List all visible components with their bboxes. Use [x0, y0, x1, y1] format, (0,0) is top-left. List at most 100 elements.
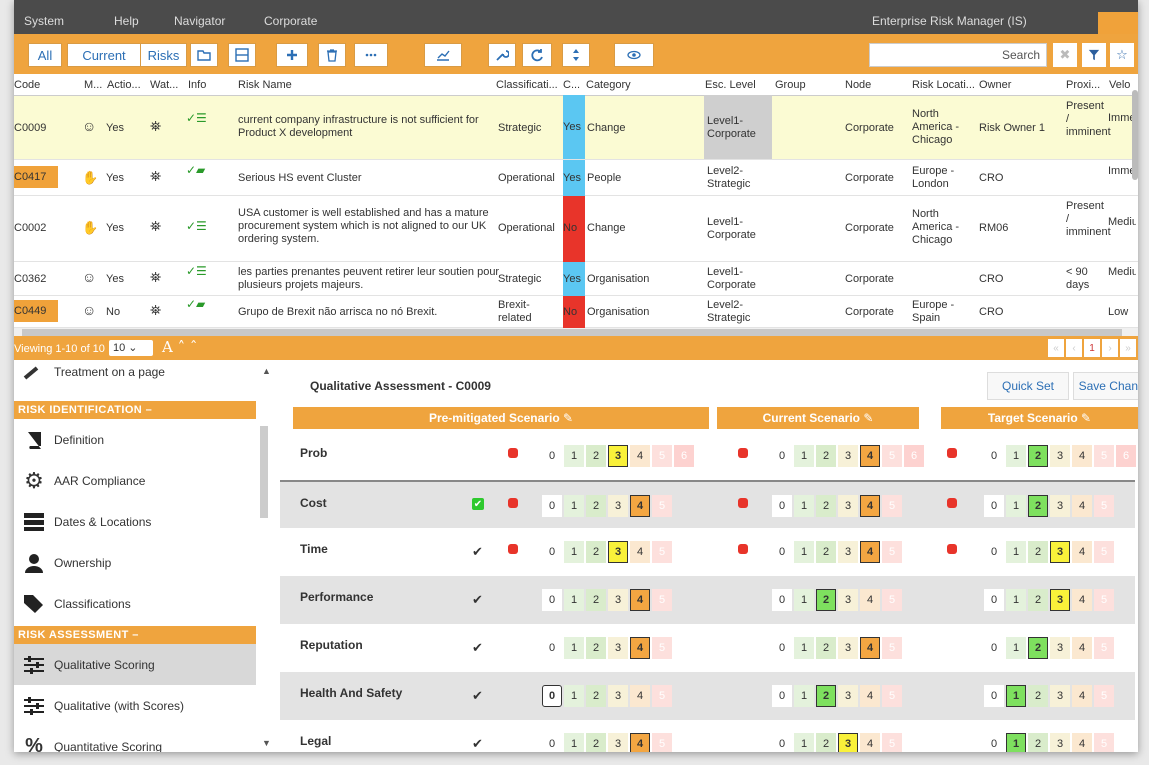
score-option-5[interactable]: 5 [882, 637, 902, 659]
sort-button[interactable] [562, 43, 590, 67]
score-option-0[interactable]: 0 [772, 733, 792, 752]
score-option-3[interactable]: 3 [1050, 685, 1070, 707]
score-option-5[interactable]: 5 [1094, 495, 1114, 517]
save-changes-button[interactable]: Save Changes [1073, 372, 1138, 400]
score-option-6[interactable]: 6 [1116, 445, 1136, 467]
filter-risks-button[interactable]: Risks [140, 43, 187, 67]
row-risk-name[interactable]: Grupo de Brexit não arrisca no nó Brexit… [238, 306, 500, 319]
score-option-2[interactable]: 2 [816, 495, 836, 517]
sidebar-item-quantitative-scoring[interactable]: % Quantitative Scoring [14, 726, 256, 752]
table-row[interactable]: C0362 ☺ Yes ⛯ ✓☰ les parties prenantes p… [14, 262, 1138, 296]
score-option-2[interactable]: 2 [816, 445, 836, 467]
row-risk-name[interactable]: USA customer is well established and has… [238, 207, 500, 246]
score-option-5[interactable]: 5 [652, 445, 672, 467]
score-option-3[interactable]: 3 [838, 541, 858, 563]
score-option-3[interactable]: 3 [838, 589, 858, 611]
score-option-4[interactable]: 4 [630, 637, 650, 659]
col-info[interactable]: Info [188, 79, 206, 91]
score-option-2[interactable]: 2 [1028, 445, 1048, 467]
score-option-0[interactable]: 0 [542, 589, 562, 611]
edit-note-icon[interactable] [508, 498, 518, 508]
score-option-4[interactable]: 4 [630, 495, 650, 517]
filter-current-button[interactable]: Current [67, 43, 141, 67]
edit-note-icon[interactable] [738, 448, 748, 458]
table-row[interactable]: C0417 ✋ Yes ⛯ ✓▰ Serious HS event Cluste… [14, 160, 1138, 196]
score-option-5[interactable]: 5 [652, 685, 672, 707]
target-header[interactable]: Target Scenario ✎ [941, 407, 1138, 429]
score-option-3[interactable]: 3 [838, 733, 858, 752]
score-option-0[interactable]: 0 [772, 541, 792, 563]
score-option-2[interactable]: 2 [1028, 733, 1048, 752]
score-option-5[interactable]: 5 [882, 495, 902, 517]
col-group[interactable]: Group [775, 79, 806, 91]
score-option-0[interactable]: 0 [772, 637, 792, 659]
score-option-1[interactable]: 1 [1006, 541, 1026, 563]
check-icon[interactable]: ✔ [472, 640, 483, 656]
score-option-6[interactable]: 6 [904, 445, 924, 467]
delete-button[interactable] [318, 43, 346, 67]
sidebar-scrollbar[interactable] [260, 426, 268, 518]
score-option-2[interactable]: 2 [586, 733, 606, 752]
row-code[interactable]: C0417 [14, 166, 58, 188]
edit-note-icon[interactable] [738, 544, 748, 554]
score-option-5[interactable]: 5 [1094, 445, 1114, 467]
more-button[interactable] [354, 43, 388, 67]
score-option-4[interactable]: 4 [860, 495, 880, 517]
score-option-2[interactable]: 2 [1028, 685, 1048, 707]
score-option-5[interactable]: 5 [1094, 733, 1114, 752]
favorite-star-icon[interactable]: ☆ [1110, 43, 1134, 67]
grid-vertical-scrollbar[interactable] [1132, 90, 1138, 180]
score-option-1[interactable]: 1 [564, 495, 584, 517]
score-option-4[interactable]: 4 [860, 541, 880, 563]
score-option-1[interactable]: 1 [564, 541, 584, 563]
score-option-3[interactable]: 3 [838, 445, 858, 467]
score-option-2[interactable]: 2 [586, 495, 606, 517]
search-input[interactable]: Search [869, 43, 1047, 67]
score-option-2[interactable]: 2 [816, 541, 836, 563]
section-risk-identification[interactable]: Risk Identification – [14, 401, 256, 419]
score-option-1[interactable]: 1 [794, 733, 814, 752]
score-option-0[interactable]: 0 [542, 495, 562, 517]
score-option-5[interactable]: 5 [1094, 589, 1114, 611]
score-option-4[interactable]: 4 [1072, 445, 1092, 467]
score-option-3[interactable]: 3 [1050, 541, 1070, 563]
score-option-4[interactable]: 4 [1072, 541, 1092, 563]
edit-note-icon[interactable] [947, 498, 957, 508]
score-option-2[interactable]: 2 [1028, 589, 1048, 611]
score-option-1[interactable]: 1 [794, 541, 814, 563]
menu-navigator[interactable]: Navigator [174, 14, 225, 28]
score-option-0[interactable]: 0 [984, 589, 1004, 611]
split-view-button[interactable] [228, 43, 256, 67]
score-option-2[interactable]: 2 [586, 637, 606, 659]
info-tree-icon[interactable]: ✓☰ [186, 112, 207, 125]
col-owner[interactable]: Owner [979, 79, 1011, 91]
col-c[interactable]: C... [563, 79, 580, 91]
score-option-3[interactable]: 3 [608, 445, 628, 467]
score-option-0[interactable]: 0 [984, 685, 1004, 707]
score-option-1[interactable]: 1 [1006, 495, 1026, 517]
info-folder-icon[interactable]: ✓▰ [186, 164, 205, 177]
score-option-0[interactable]: 0 [772, 495, 792, 517]
check-icon[interactable]: ✔ [472, 592, 483, 608]
row-risk-name[interactable]: current company infrastructure is not su… [238, 114, 496, 140]
sidebar-item-aar-compliance[interactable]: ⚙ AAR Compliance [14, 460, 256, 501]
score-option-2[interactable]: 2 [1028, 495, 1048, 517]
score-option-4[interactable]: 4 [860, 685, 880, 707]
page-size-select[interactable]: 10 ⌄ [109, 340, 153, 356]
score-option-5[interactable]: 5 [1094, 541, 1114, 563]
folder-button[interactable] [190, 43, 218, 67]
score-option-0[interactable]: 0 [772, 445, 792, 467]
score-option-2[interactable]: 2 [1028, 637, 1048, 659]
score-option-1[interactable]: 1 [564, 685, 584, 707]
score-option-2[interactable]: 2 [586, 541, 606, 563]
score-option-4[interactable]: 4 [860, 445, 880, 467]
pre-mitigated-header[interactable]: Pre-mitigated Scenario ✎ [293, 407, 709, 429]
score-option-4[interactable]: 4 [630, 733, 650, 752]
edit-note-icon[interactable] [947, 448, 957, 458]
score-option-5[interactable]: 5 [652, 637, 672, 659]
score-option-1[interactable]: 1 [1006, 589, 1026, 611]
score-option-1[interactable]: 1 [1006, 733, 1026, 752]
score-option-5[interactable]: 5 [1094, 637, 1114, 659]
edit-note-icon[interactable] [508, 544, 518, 554]
table-row[interactable]: C0449 ☺ No ⛯ ✓▰ Grupo de Brexit não arri… [14, 296, 1138, 328]
